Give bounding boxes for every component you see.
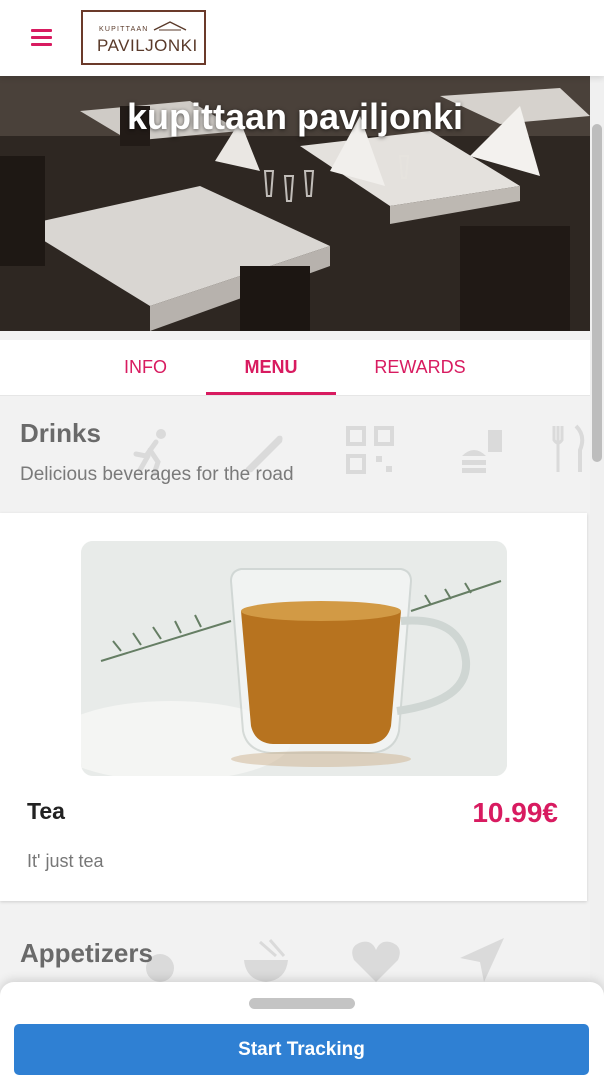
location-arrow-icon (460, 938, 504, 982)
menu-item-name: Tea (27, 798, 65, 824)
hero-banner: kupittaan paviljonki (0, 76, 590, 331)
pavilion-roof-icon (153, 21, 187, 31)
menu-item-price: 10.99€ (472, 797, 558, 828)
logo-text-bottom: PAVILJONKI (97, 36, 198, 55)
scrollbar[interactable] (590, 76, 604, 1090)
tab-info[interactable]: INFO (85, 340, 206, 395)
hamburger-menu-icon[interactable] (31, 29, 52, 47)
qr-code-icon (346, 426, 394, 474)
burger-drink-icon (462, 430, 502, 473)
tab-rewards[interactable]: REWARDS (336, 340, 504, 395)
category-title: Drinks (20, 418, 101, 448)
scrollbar-thumb[interactable] (592, 124, 602, 462)
tracking-bottom-sheet: Start Tracking (0, 982, 604, 1090)
heart-rate-icon (352, 941, 400, 982)
rice-bowl-icon (244, 939, 288, 982)
restaurant-logo[interactable]: KUPITTAAN PAVILJONKI (81, 10, 206, 65)
category-description: Delicious beverages for the road (20, 464, 294, 485)
app-header: KUPITTAAN PAVILJONKI (0, 0, 604, 76)
category-title: Appetizers (20, 938, 153, 968)
menu-item-description: It' just tea (27, 851, 104, 871)
menu-item-card[interactable]: Tea 10.99€ It' just tea (0, 513, 587, 901)
category-header-appetizers: Appetizers (0, 904, 590, 994)
category-header-drinks: Drinks Delicious beverages for the road (0, 396, 590, 513)
logo-text-top: KUPITTAAN (99, 26, 149, 33)
start-tracking-button[interactable]: Start Tracking (14, 1024, 589, 1075)
tab-bar: INFO MENU REWARDS (0, 340, 590, 396)
restaurant-title: kupittaan paviljonki (126, 96, 464, 137)
tab-menu[interactable]: MENU (206, 340, 336, 395)
fork-knife-icon (552, 424, 585, 472)
tea-cup-image (81, 541, 507, 776)
tea-cup-photo (81, 541, 507, 776)
drag-handle[interactable] (249, 998, 355, 1009)
